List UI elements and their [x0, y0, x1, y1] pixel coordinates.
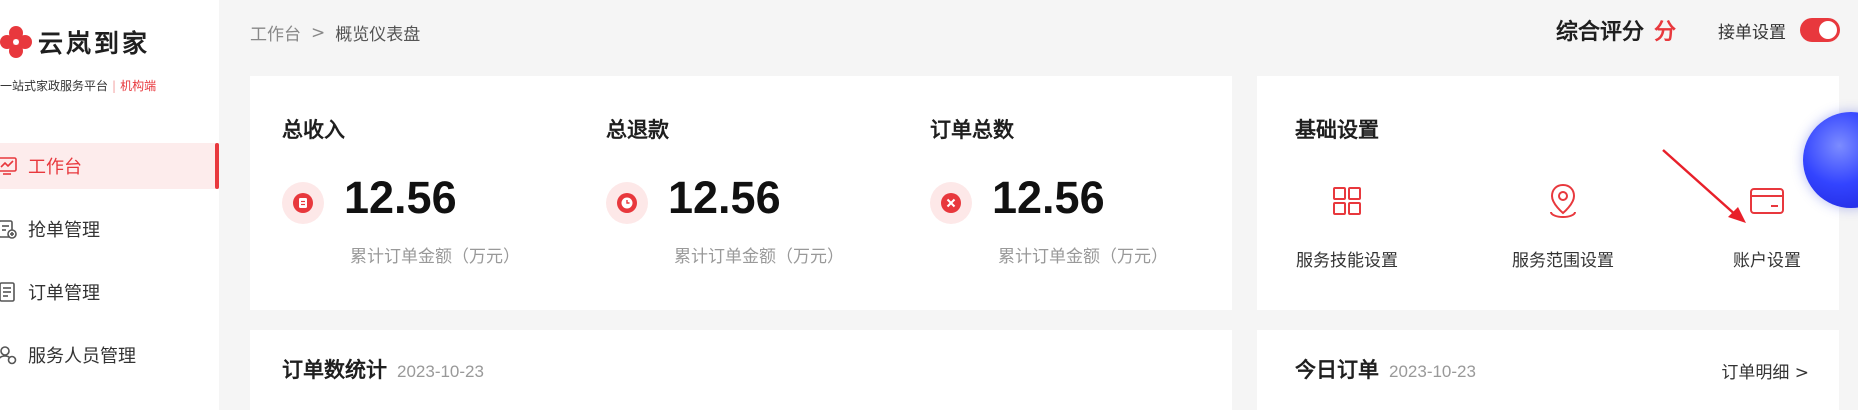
stat-subtitle: 累计订单金额（万元）	[350, 247, 520, 267]
order-stats-card: 订单数统计 2023-10-23	[250, 330, 1232, 410]
staff-icon	[0, 344, 18, 366]
brand-name: 云岚到家	[38, 29, 151, 58]
today-orders-date: 2023-10-23	[1389, 362, 1476, 381]
sidebar-item-label: 订单管理	[28, 283, 100, 304]
stat-value: 12.56	[344, 172, 457, 223]
service-skill-settings-label: 服务技能设置	[1296, 251, 1398, 271]
today-orders-card: 今日订单 2023-10-23 订单明细 >	[1257, 330, 1839, 410]
order-list-icon	[0, 281, 18, 303]
tagline-separator: |	[112, 79, 117, 93]
sidebar: 云岚到家 一站式家政服务平台 | 机构端 工作台 抢单管理 订单管理 服务人员管…	[0, 0, 219, 410]
header-actions: 综合评分 分 接单设置	[1556, 14, 1840, 46]
sidebar-item-orders[interactable]: 订单管理	[0, 269, 219, 315]
sidebar-item-label: 服务人员管理	[28, 346, 136, 367]
logo-flower-icon	[0, 22, 36, 62]
sidebar-item-label: 工作台	[28, 157, 82, 178]
stat-subtitle: 累计订单金额（万元）	[674, 247, 844, 267]
role-label: 机构端	[120, 79, 157, 93]
service-area-settings-label: 服务范围设置	[1512, 251, 1614, 271]
grid-icon	[1277, 176, 1417, 226]
tagline-text: 一站式家政服务平台	[0, 79, 109, 93]
breadcrumb-current: 概览仪表盘	[335, 25, 421, 45]
sidebar-nav: 工作台 抢单管理 订单管理 服务人员管理	[0, 143, 219, 395]
basic-settings-title: 基础设置	[1295, 118, 1379, 142]
tagline: 一站式家政服务平台 | 机构端	[0, 77, 156, 94]
dashboard-icon	[0, 155, 18, 177]
breadcrumb: 工作台 > 概览仪表盘	[250, 20, 421, 46]
service-skill-settings[interactable]: 服务技能设置	[1277, 176, 1417, 271]
stat-value: 12.56	[668, 172, 781, 223]
stat-value: 12.56	[992, 172, 1105, 223]
order-stats-title: 订单数统计	[282, 358, 387, 382]
stats-card: 总收入 12.56 累计订单金额（万元） 总退款 12.56 累计订单金额（万元…	[250, 76, 1232, 310]
today-orders-header: 今日订单 2023-10-23	[1295, 354, 1476, 384]
stat-title: 总收入	[282, 118, 345, 142]
rating-label: 综合评分	[1555, 20, 1644, 45]
order-stats-date: 2023-10-23	[397, 362, 484, 381]
stat-title: 总退款	[606, 118, 669, 142]
order-stats-header: 订单数统计 2023-10-23	[282, 354, 484, 384]
breadcrumb-separator: >	[311, 22, 326, 43]
service-area-settings[interactable]: 服务范围设置	[1493, 176, 1633, 271]
accept-orders-label: 接单设置	[1718, 22, 1786, 43]
sidebar-item-staff[interactable]: 服务人员管理	[0, 332, 219, 378]
account-settings-label: 账户设置	[1733, 251, 1801, 271]
sidebar-item-grab-orders[interactable]: 抢单管理	[0, 206, 219, 252]
accept-orders-toggle[interactable]	[1800, 18, 1840, 42]
annotation-arrow-icon	[1662, 149, 1746, 223]
breadcrumb-root[interactable]: 工作台	[250, 20, 301, 45]
location-pin-icon	[1493, 176, 1633, 226]
income-icon	[282, 182, 324, 224]
order-total-icon	[930, 182, 972, 224]
today-orders-title: 今日订单	[1295, 358, 1379, 382]
sidebar-item-dashboard[interactable]: 工作台	[0, 143, 219, 189]
rating-unit: 分	[1653, 20, 1676, 45]
refund-icon	[606, 182, 648, 224]
sidebar-item-label: 抢单管理	[28, 220, 100, 241]
order-details-link[interactable]: 订单明细 >	[1721, 358, 1809, 383]
basic-settings-card: 基础设置 服务技能设置 服务范围设置 账户设置	[1257, 76, 1839, 310]
grab-order-icon	[0, 218, 18, 240]
stat-title: 订单总数	[930, 118, 1014, 142]
stat-subtitle: 累计订单金额（万元）	[998, 247, 1168, 267]
logo: 云岚到家	[0, 22, 150, 62]
